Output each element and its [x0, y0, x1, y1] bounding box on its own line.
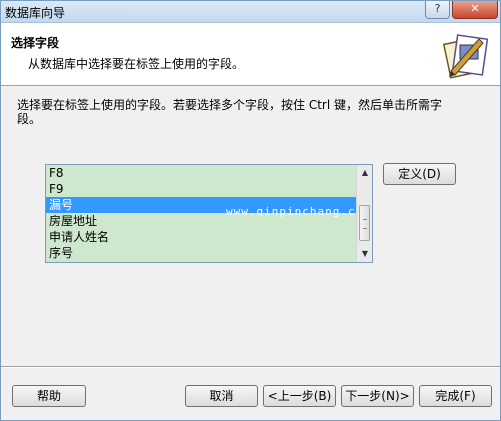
- close-button[interactable]: ✕: [452, 1, 498, 19]
- help-button[interactable]: 帮助: [12, 385, 86, 407]
- page-subtitle: 从数据库中选择要在标签上使用的字段。: [28, 57, 245, 71]
- scroll-down-arrow-icon[interactable]: ▼: [357, 246, 373, 262]
- footer-separator: [1, 366, 500, 368]
- help-title-button[interactable]: ?: [425, 1, 450, 19]
- page-title: 选择字段: [11, 36, 60, 50]
- finish-button[interactable]: 完成(F): [419, 385, 492, 407]
- cancel-button[interactable]: 取消: [185, 385, 258, 407]
- instructions-text: 选择要在标签上使用的字段。若要选择多个字段，按住 Ctrl 键，然后单击所需字段…: [17, 98, 442, 126]
- database-wizard-dialog: 数据库向导 ? ✕ 选择字段 从数据库中选择要在标签上使用的字段。 选择要在标签…: [0, 0, 501, 421]
- field-listbox[interactable]: F8 F9 漏号 房屋地址 申请人姓名 序号 www.qinpinchang.com ▲ …: [45, 164, 373, 263]
- list-item[interactable]: 申请人姓名: [46, 229, 356, 245]
- next-button[interactable]: 下一步(N)>: [341, 385, 414, 407]
- list-item[interactable]: F9: [46, 181, 356, 197]
- window-title: 数据库向导: [5, 6, 66, 20]
- wizard-header: 选择字段 从数据库中选择要在标签上使用的字段。: [1, 23, 500, 86]
- define-button[interactable]: 定义(D): [383, 163, 456, 185]
- title-bar[interactable]: 数据库向导 ? ✕: [1, 1, 500, 23]
- scroll-thumb[interactable]: [359, 205, 370, 241]
- list-item[interactable]: 序号: [46, 245, 356, 261]
- scroll-up-arrow-icon[interactable]: ▲: [357, 165, 373, 181]
- back-button[interactable]: <上一步(B): [263, 385, 336, 407]
- watermark-text: www.qinpinchang.com: [226, 205, 371, 218]
- list-item[interactable]: F8: [46, 165, 356, 181]
- list-scrollbar[interactable]: ▲ ▼: [356, 165, 372, 262]
- wizard-label-icon: [442, 34, 489, 79]
